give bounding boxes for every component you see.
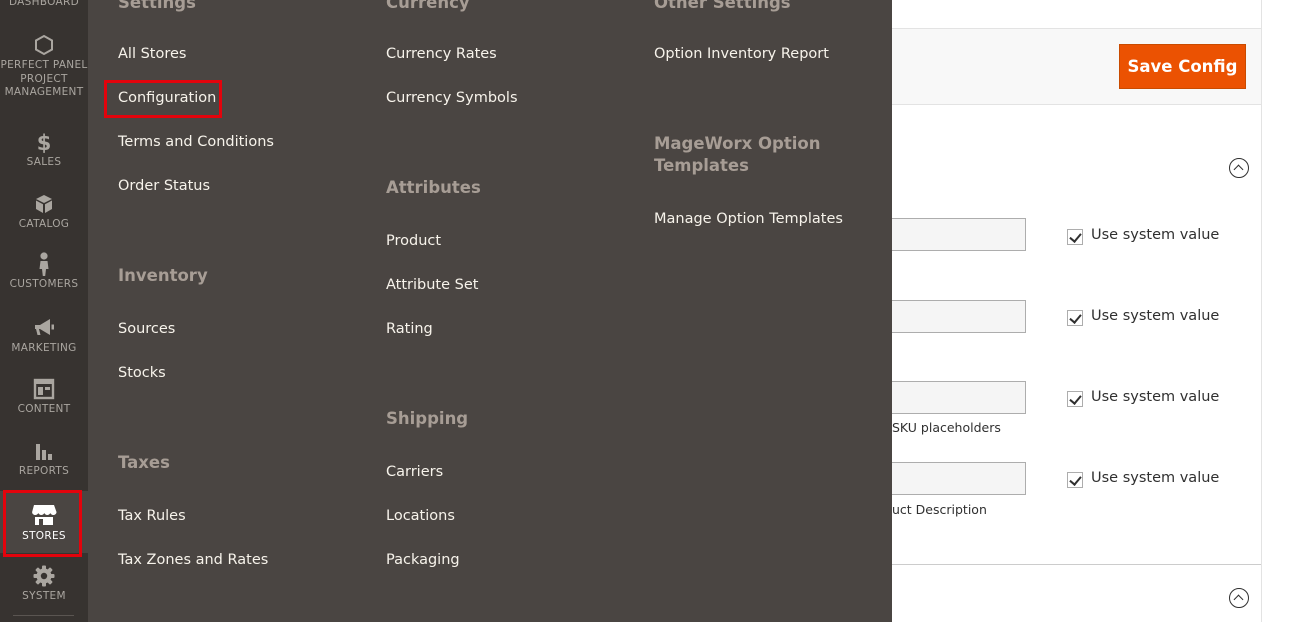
link-rating[interactable]: Rating bbox=[386, 320, 433, 338]
svg-text:$: $ bbox=[37, 131, 52, 153]
group-title-mageworx-line2: Templates bbox=[654, 156, 749, 175]
link-currency-symbols[interactable]: Currency Symbols bbox=[386, 89, 518, 107]
save-config-button[interactable]: Save Config bbox=[1119, 44, 1246, 89]
nav-label: Stores bbox=[22, 530, 66, 542]
nav-customers[interactable]: Customers bbox=[0, 252, 88, 292]
nav-stores[interactable]: Stores bbox=[0, 491, 88, 553]
group-title-shipping: Shipping bbox=[386, 409, 469, 428]
link-manage-option-templates[interactable]: Manage Option Templates bbox=[654, 210, 843, 228]
use-system-value-label: Use system value bbox=[1091, 470, 1220, 486]
nav-dashboard[interactable]: Dashboard bbox=[0, 0, 88, 10]
field-note-sku: SKU placeholders bbox=[892, 420, 1001, 435]
nav-label: System bbox=[22, 590, 66, 602]
link-carriers[interactable]: Carriers bbox=[386, 463, 443, 481]
group-title-inventory: Inventory bbox=[118, 266, 208, 285]
config-field-input[interactable] bbox=[878, 462, 1026, 495]
link-product[interactable]: Product bbox=[386, 232, 441, 250]
link-stocks[interactable]: Stocks bbox=[118, 364, 166, 382]
nav-reports[interactable]: Reports bbox=[0, 440, 88, 479]
link-packaging[interactable]: Packaging bbox=[386, 551, 460, 569]
nav-label: Dashboard bbox=[8, 0, 79, 8]
layout-icon bbox=[33, 378, 55, 400]
collapse-section-icon[interactable] bbox=[1229, 588, 1249, 608]
nav-label: Sales bbox=[26, 156, 62, 168]
nav-label: Perfect Panel Project Management bbox=[0, 59, 88, 98]
use-system-value-checkbox[interactable] bbox=[1067, 472, 1083, 488]
nav-divider bbox=[13, 615, 74, 616]
use-system-value-checkbox[interactable] bbox=[1067, 229, 1083, 245]
cube-icon bbox=[36, 195, 52, 213]
nav-label: Reports bbox=[18, 465, 70, 477]
person-icon bbox=[39, 252, 49, 276]
nav-label: Customers bbox=[9, 278, 79, 290]
bar-chart-icon bbox=[36, 444, 52, 460]
use-system-value-label: Use system value bbox=[1091, 308, 1220, 324]
nav-label: Marketing bbox=[11, 342, 77, 354]
link-locations[interactable]: Locations bbox=[386, 507, 455, 525]
use-system-value-label: Use system value bbox=[1091, 389, 1220, 405]
nav-catalog[interactable]: Catalog bbox=[0, 193, 88, 232]
megaphone-icon bbox=[35, 319, 54, 335]
use-system-value-label: Use system value bbox=[1091, 227, 1220, 243]
config-field-input[interactable] bbox=[878, 381, 1026, 414]
config-field-input[interactable] bbox=[878, 300, 1026, 333]
link-order-status[interactable]: Order Status bbox=[118, 177, 210, 195]
content-right-border bbox=[1261, 0, 1262, 622]
link-configuration[interactable]: Configuration bbox=[118, 89, 216, 107]
group-title-settings: Settings bbox=[118, 0, 196, 12]
link-sources[interactable]: Sources bbox=[118, 320, 175, 338]
use-system-value-checkbox[interactable] bbox=[1067, 310, 1083, 326]
section-divider bbox=[892, 564, 1261, 565]
nav-marketing[interactable]: Marketing bbox=[0, 317, 88, 356]
group-title-mageworx-line1: MageWorx Option bbox=[654, 134, 821, 153]
config-field-input[interactable] bbox=[878, 218, 1026, 251]
collapse-section-icon[interactable] bbox=[1229, 158, 1249, 178]
link-option-inventory-report[interactable]: Option Inventory Report bbox=[654, 45, 829, 63]
nav-content[interactable]: Content bbox=[0, 378, 88, 417]
nav-system[interactable]: System bbox=[0, 565, 88, 604]
nav-perfect-panel[interactable]: Perfect Panel Project Management bbox=[0, 34, 88, 100]
nav-sales[interactable]: $ Sales bbox=[0, 131, 88, 170]
admin-sidebar: Dashboard Perfect Panel Project Manageme… bbox=[0, 0, 88, 622]
link-currency-rates[interactable]: Currency Rates bbox=[386, 45, 497, 63]
link-terms-and-conditions[interactable]: Terms and Conditions bbox=[118, 133, 274, 151]
link-attribute-set[interactable]: Attribute Set bbox=[386, 276, 478, 294]
group-title-attributes: Attributes bbox=[386, 178, 481, 197]
nav-label: Catalog bbox=[18, 218, 70, 230]
group-title-taxes: Taxes bbox=[118, 453, 170, 472]
link-tax-zones-and-rates[interactable]: Tax Zones and Rates bbox=[118, 551, 268, 569]
stores-flyout-menu: Settings All Stores Configuration Terms … bbox=[88, 0, 892, 622]
group-title-other-settings: Other Settings bbox=[654, 0, 791, 12]
storefront-icon bbox=[32, 505, 57, 525]
group-title-currency: Currency bbox=[386, 0, 470, 12]
link-tax-rules[interactable]: Tax Rules bbox=[118, 507, 186, 525]
hexagon-icon bbox=[35, 34, 53, 56]
link-all-stores[interactable]: All Stores bbox=[118, 45, 186, 63]
use-system-value-checkbox[interactable] bbox=[1067, 391, 1083, 407]
field-note-description: uct Description bbox=[892, 502, 987, 517]
nav-label: Content bbox=[17, 403, 71, 415]
gear-icon bbox=[33, 565, 55, 587]
dollar-icon: $ bbox=[37, 131, 52, 153]
